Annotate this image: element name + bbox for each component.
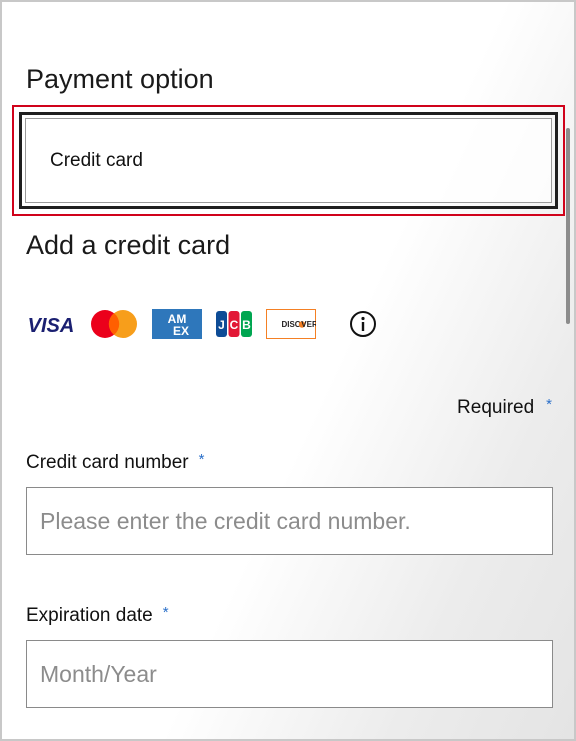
required-note-label: Required [457, 397, 535, 418]
payment-option-focus-ring: Credit card [19, 112, 558, 209]
credit-card-number-label: Credit card number * [26, 451, 205, 474]
credit-card-number-required-asterisk: * [198, 451, 205, 468]
credit-card-number-label-text: Credit card number [26, 452, 189, 473]
add-credit-card-title: Add a credit card [26, 230, 231, 260]
expiration-date-required-asterisk: * [162, 604, 169, 621]
svg-text:VER: VER [301, 320, 316, 329]
expiration-date-label-text: Expiration date [26, 605, 153, 626]
svg-text:B: B [242, 318, 251, 332]
expiration-date-input[interactable] [26, 640, 553, 708]
required-note: Required * [457, 396, 552, 419]
card-brand-logos: VISA AM EX J C B DISC VER [26, 308, 377, 340]
visa-icon: VISA [28, 315, 75, 337]
info-icon[interactable] [349, 310, 377, 338]
svg-text:DISC: DISC [281, 320, 300, 329]
expiration-date-label: Expiration date * [26, 604, 169, 627]
discover-icon: DISC VER [266, 309, 316, 339]
required-asterisk: * [546, 396, 552, 413]
svg-text:C: C [230, 318, 239, 332]
credit-card-number-input[interactable] [26, 487, 553, 555]
payment-option-select[interactable]: Credit card [25, 118, 552, 203]
svg-text:EX: EX [173, 324, 189, 338]
amex-icon: AM EX [152, 309, 202, 339]
payment-option-title: Payment option [26, 64, 214, 94]
svg-text:VISA: VISA [28, 315, 75, 337]
scrollbar[interactable] [566, 128, 570, 324]
payment-option-highlight: Credit card [12, 105, 565, 216]
payment-option-selected-value: Credit card [50, 149, 143, 171]
svg-text:J: J [218, 318, 225, 332]
mastercard-icon [91, 310, 137, 338]
jcb-icon: J C B [216, 311, 252, 337]
payment-panel: Payment option Credit card Add a credit … [0, 0, 576, 741]
